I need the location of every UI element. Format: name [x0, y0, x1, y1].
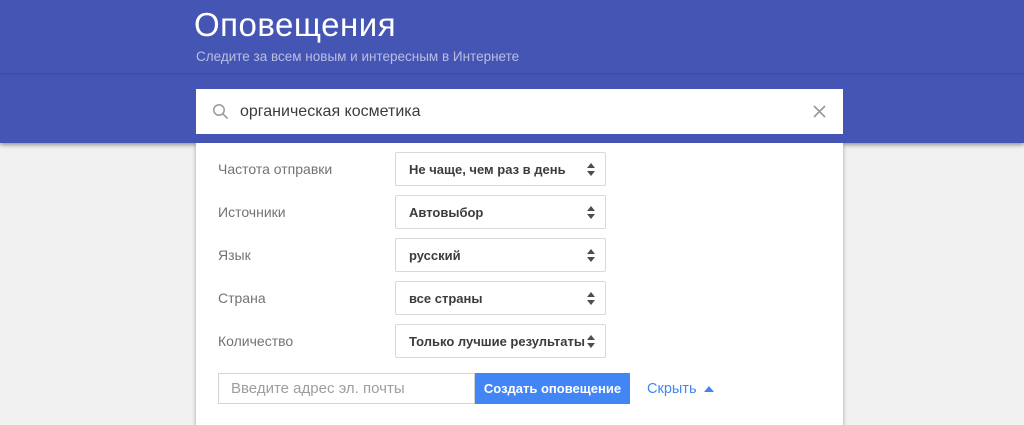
email-actions-row: Создать оповещение Скрыть — [218, 373, 843, 404]
select-arrows-icon — [587, 206, 595, 219]
app-header: Оповещения Следите за всем новым и интер… — [0, 0, 1024, 143]
select-arrows-icon — [587, 163, 595, 176]
region-label: Страна — [218, 290, 395, 306]
select-arrows-icon — [587, 292, 595, 305]
collapse-up-icon — [704, 386, 714, 392]
sources-value: Автовыбор — [409, 205, 483, 220]
sources-label: Источники — [218, 204, 395, 220]
language-label: Язык — [218, 247, 395, 263]
alert-search-box — [196, 89, 843, 134]
region-select[interactable]: все страны — [395, 281, 606, 315]
option-row-language: Язык русский — [218, 238, 843, 272]
create-alert-button[interactable]: Создать оповещение — [475, 373, 630, 404]
frequency-label: Частота отправки — [218, 161, 395, 177]
option-row-frequency: Частота отправки Не чаще, чем раз в день — [218, 152, 843, 186]
quantity-value: Только лучшие результаты — [409, 334, 585, 349]
option-row-sources: Источники Автовыбор — [218, 195, 843, 229]
close-icon[interactable] — [812, 104, 827, 119]
select-arrows-icon — [587, 335, 595, 348]
page-subtitle: Следите за всем новым и интересным в Инт… — [196, 49, 519, 64]
hide-link-label: Скрыть — [647, 381, 697, 397]
frequency-select[interactable]: Не чаще, чем раз в день — [395, 152, 606, 186]
language-select[interactable]: русский — [395, 238, 606, 272]
alert-options-card: Частота отправки Не чаще, чем раз в день… — [196, 143, 843, 425]
frequency-value: Не чаще, чем раз в день — [409, 162, 566, 177]
email-field[interactable] — [218, 373, 475, 404]
hide-options-link[interactable]: Скрыть — [647, 381, 714, 397]
option-row-region: Страна все страны — [218, 281, 843, 315]
quantity-label: Количество — [218, 333, 395, 349]
select-arrows-icon — [587, 249, 595, 262]
page-title: Оповещения — [194, 6, 396, 44]
language-value: русский — [409, 248, 461, 263]
quantity-select[interactable]: Только лучшие результаты — [395, 324, 606, 358]
option-row-quantity: Количество Только лучшие результаты — [218, 324, 843, 358]
sources-select[interactable]: Автовыбор — [395, 195, 606, 229]
search-icon — [212, 103, 229, 120]
region-value: все страны — [409, 291, 482, 306]
search-input[interactable] — [240, 103, 812, 121]
